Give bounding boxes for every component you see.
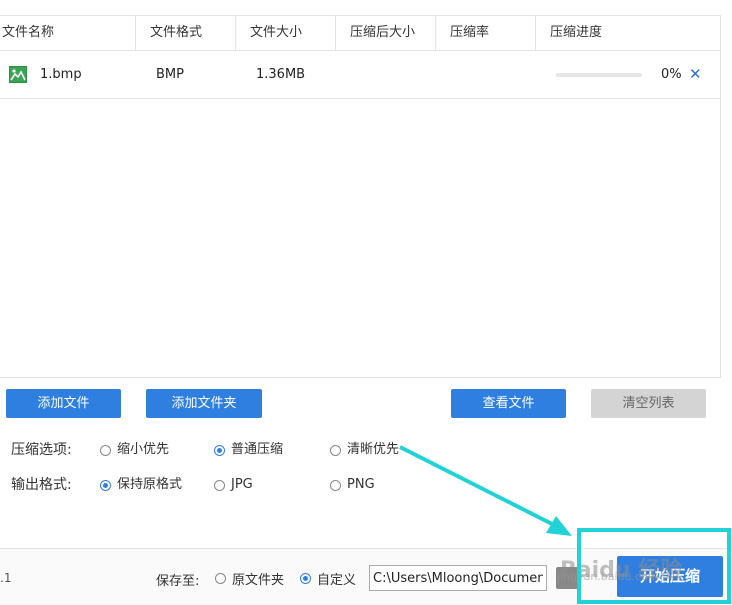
add-folder-button[interactable]: 添加文件夹 — [146, 389, 262, 418]
save-option-custom[interactable]: 自定义 — [300, 567, 356, 589]
column-header-progress[interactable]: 压缩进度 — [536, 16, 720, 50]
format-option-original[interactable]: 保持原格式 — [100, 474, 182, 496]
radio-icon — [330, 444, 341, 456]
version-text: .1 — [0, 571, 12, 585]
compress-option-clear[interactable]: 清晰优先 — [330, 439, 399, 461]
compress-option-normal[interactable]: 普通压缩 — [214, 439, 283, 461]
view-files-button[interactable]: 查看文件 — [451, 389, 566, 418]
radio-icon — [100, 444, 111, 456]
compress-options-label: 压缩选项: — [11, 442, 72, 458]
format-option-png[interactable]: PNG — [330, 474, 375, 496]
compress-option-smaller[interactable]: 缩小优先 — [100, 439, 169, 461]
radio-label: 保持原格式 — [117, 477, 183, 492]
image-file-icon — [9, 66, 27, 83]
add-file-button[interactable]: 添加文件 — [6, 389, 121, 418]
table-header: 文件名称 文件格式 文件大小 压缩后大小 压缩率 压缩进度 — [0, 16, 720, 51]
radio-icon — [330, 479, 341, 491]
column-header-compressed-size[interactable]: 压缩后大小 — [336, 16, 436, 50]
radio-icon — [214, 479, 225, 491]
radio-label: JPG — [231, 477, 253, 492]
column-header-ratio[interactable]: 压缩率 — [436, 16, 536, 50]
save-to-label: 保存至: — [156, 574, 200, 589]
column-header-size[interactable]: 文件大小 — [236, 16, 336, 50]
output-format-row: 输出格式: 保持原格式 JPG PNG — [0, 474, 600, 496]
output-format-label: 输出格式: — [11, 477, 72, 493]
radio-label: 原文件夹 — [232, 572, 285, 588]
file-name: 1.bmp — [40, 67, 82, 82]
format-option-jpg[interactable]: JPG — [214, 474, 253, 496]
column-header-format[interactable]: 文件格式 — [136, 16, 236, 50]
radio-icon — [215, 572, 226, 584]
file-format: BMP — [156, 67, 184, 82]
clear-list-button[interactable]: 清空列表 — [591, 389, 706, 418]
radio-label: 清晰优先 — [347, 442, 400, 457]
radio-label: PNG — [347, 477, 375, 492]
browse-folder-button[interactable] — [556, 567, 578, 589]
column-header-name[interactable]: 文件名称 — [0, 16, 136, 50]
radio-selected-icon — [214, 444, 225, 456]
radio-label: 缩小优先 — [117, 442, 170, 457]
table-row[interactable]: 1.bmp BMP 1.36MB 0% ✕ — [0, 51, 720, 99]
start-compress-button[interactable]: 开始压缩 — [617, 556, 723, 597]
save-path-input[interactable] — [369, 565, 547, 591]
compress-options-row: 压缩选项: 缩小优先 普通压缩 清晰优先 — [0, 439, 600, 461]
radio-selected-icon — [300, 572, 311, 584]
file-size: 1.36MB — [256, 67, 306, 82]
radio-selected-icon — [100, 479, 111, 491]
radio-label: 普通压缩 — [231, 442, 284, 457]
file-table: 文件名称 文件格式 文件大小 压缩后大小 压缩率 压缩进度 1.bmp BMP … — [0, 15, 721, 378]
progress-percent: 0% — [661, 67, 682, 82]
save-option-original-folder[interactable]: 原文件夹 — [215, 567, 284, 589]
radio-label: 自定义 — [317, 572, 357, 588]
compress-progress-bar — [556, 73, 642, 77]
remove-file-icon[interactable]: ✕ — [689, 51, 702, 98]
